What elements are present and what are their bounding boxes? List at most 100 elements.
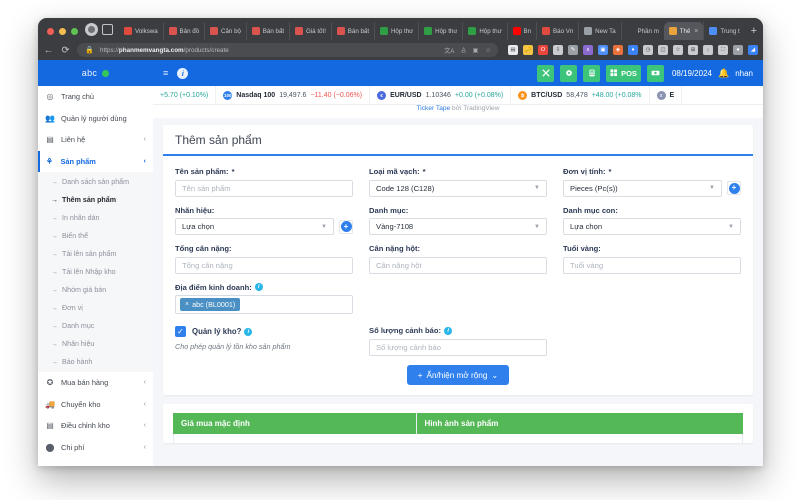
drive-extension[interactable]: ▣	[598, 45, 608, 55]
sidebar-subitem[interactable]: →Đơn vị	[38, 299, 153, 317]
sidebar-subitem[interactable]: →Bảo hành	[38, 353, 153, 371]
browser-tab[interactable]: Báo Vn	[536, 22, 578, 40]
sidebar-subitem[interactable]: →Tải lên sản phẩm	[38, 245, 153, 263]
app-bar-left[interactable]: ≡ i	[153, 68, 188, 79]
sidebar-item-3[interactable]: ⚘Sản phẩm‹	[38, 151, 153, 173]
star-extension[interactable]: ☆	[673, 45, 683, 55]
clock-extension[interactable]: ◷	[643, 45, 653, 55]
info-icon[interactable]: i	[244, 328, 252, 336]
add-brand-button[interactable]: +	[339, 220, 353, 234]
unit-select[interactable]: Pieces (Pc(s)) ▼	[563, 180, 722, 197]
browser-tab[interactable]: New Ta	[578, 22, 620, 40]
translate-icon[interactable]: 文A	[444, 46, 454, 55]
browser-tab[interactable]: Giá tốt!	[289, 22, 331, 40]
maximize-window-button[interactable]	[71, 28, 78, 35]
sidebar-item-1[interactable]: 👥Quản lý người dùng	[38, 108, 153, 130]
manage-stock-checkbox[interactable]: ✓	[175, 326, 186, 337]
tab-list-icon[interactable]	[102, 24, 113, 35]
browser-tab[interactable]: Bán bất	[246, 22, 289, 40]
back-button[interactable]: ←	[43, 45, 54, 56]
history-extension[interactable]: ↓	[703, 45, 713, 55]
close-tab-icon[interactable]: ×	[694, 28, 698, 35]
sidebar-subitem[interactable]: →Danh sách sản phẩm	[38, 173, 153, 191]
browser-tab[interactable]: Bn	[507, 22, 536, 40]
split-extension[interactable]: ◫	[658, 45, 668, 55]
sidebar-item-0[interactable]: ◎Trang chủ	[38, 86, 153, 108]
ticker-item[interactable]: €EUR/USD1.10346+0.00 (+0.08%)	[370, 86, 511, 105]
reload-button[interactable]: ⟳	[60, 45, 71, 56]
sidebar-item-b0[interactable]: ✪Mua bán hàng‹	[38, 372, 153, 394]
info-icon[interactable]: i	[444, 327, 452, 335]
pen-extension[interactable]: ✎	[568, 45, 578, 55]
key-extension[interactable]: 🔑	[523, 45, 533, 55]
brave-extension[interactable]: ∧	[583, 45, 593, 55]
address-bar[interactable]: 🔒 https://phanmemvangta.com/products/cre…	[77, 43, 498, 57]
browser-tabs[interactable]: VolkswaBản đồCăn bộBán bấtGiá tốt!Bán bấ…	[119, 22, 745, 40]
browser-tab[interactable]: Volkswa	[119, 22, 163, 40]
settings-button[interactable]	[560, 65, 577, 82]
category-select[interactable]: Vàng-7108 ▼	[369, 218, 547, 235]
sidebar-subitem[interactable]: →Tải lên Nhập kho	[38, 263, 153, 281]
hamburger-icon[interactable]: ≡	[163, 68, 168, 78]
browser-tab[interactable]: Thê×	[664, 22, 704, 40]
edge-extension[interactable]: ◢	[748, 45, 758, 55]
sidebar-item-b2[interactable]: ▤Điều chỉnh kho‹	[38, 415, 153, 437]
download-extension[interactable]: ⇩	[553, 45, 563, 55]
ticker-item[interactable]: ΞE	[650, 86, 683, 105]
product-name-input[interactable]: Tên sản phẩm	[175, 180, 353, 197]
sidebar-item-2[interactable]: ▤Liên hệ‹	[38, 129, 153, 151]
ticker-item[interactable]: ₿BTC/USD58,478+48.00 (+0.08%	[511, 86, 649, 105]
sidebar[interactable]: ◎Trang chủ👥Quản lý người dùng▤Liên hệ‹⚘S…	[38, 86, 153, 466]
pos-button[interactable]: POS	[606, 65, 641, 82]
browser-tab[interactable]: Hộp thư	[418, 22, 462, 40]
total-weight-input[interactable]: Tổng cân nặng	[175, 257, 353, 274]
bluetooth-extension[interactable]: ♦	[628, 45, 638, 55]
subcategory-select[interactable]: Lựa chọn ▼	[563, 218, 741, 235]
browser-tab[interactable]: Hộp thư	[462, 22, 506, 40]
opera-extension[interactable]: O	[538, 45, 548, 55]
firefox-extension[interactable]: ◈	[613, 45, 623, 55]
sidebar-item-b3[interactable]: ⬤Chi phí‹	[38, 437, 153, 459]
immersive-reader-icon[interactable]: ▣	[473, 47, 479, 54]
browser-tab[interactable]: Trung t	[703, 22, 744, 40]
profile-avatar-icon[interactable]	[85, 23, 98, 36]
close-window-button[interactable]	[47, 28, 54, 35]
cash-button[interactable]	[647, 65, 664, 82]
profile-extension[interactable]: ●	[733, 45, 743, 55]
ticker-tape[interactable]: +5.70 (+0.10%)100Nasdaq 10019,497.6−11.4…	[153, 86, 763, 105]
bell-icon[interactable]: 🔔	[718, 68, 729, 79]
add-unit-button[interactable]: +	[727, 181, 741, 195]
ticker-tape-link[interactable]: Ticker Tape	[416, 105, 450, 112]
read-aloud-icon[interactable]: A̲	[461, 47, 465, 54]
info-icon[interactable]: i	[177, 68, 188, 79]
minimize-window-button[interactable]	[59, 28, 66, 35]
toggle-advanced-button[interactable]: + Ẩn/hiện mở rộng ⌄	[407, 365, 510, 385]
browser-tab[interactable]: Phần m	[621, 22, 664, 40]
browser-tab[interactable]: Bản đồ	[163, 22, 204, 40]
sidebar-item-b1[interactable]: 🚚Chuyển kho‹	[38, 394, 153, 416]
alert-quantity-input[interactable]: Số lượng cảnh báo	[369, 339, 547, 356]
calculator-button[interactable]	[583, 65, 600, 82]
extension-tray[interactable]: ▤ 🔑 O ⇩ ✎ ∧ ▣ ◈ ♦ ◷ ◫ ☆ ⊞ ↓ ⛶ ● ◢	[504, 45, 758, 55]
wallet-extension[interactable]: ▤	[508, 45, 518, 55]
address-bar-actions[interactable]: 文A A̲ ▣ ☆	[444, 46, 491, 55]
browser-tab[interactable]: Hộp thư	[374, 22, 418, 40]
favorite-icon[interactable]: ☆	[485, 47, 491, 54]
ticker-item[interactable]: 100Nasdaq 10019,497.6−11.40 (−0.06%)	[216, 86, 370, 105]
business-location-tag[interactable]: × abc (BL0001)	[180, 298, 240, 311]
app-brand[interactable]: abc	[38, 60, 153, 86]
stone-weight-input[interactable]: Cân nặng hột	[369, 257, 547, 274]
ticker-item[interactable]: +5.70 (+0.10%)	[153, 86, 216, 105]
barcode-type-select[interactable]: Code 128 (C128) ▼	[369, 180, 547, 197]
sidebar-subitem[interactable]: →Thêm sản phẩm	[38, 191, 153, 209]
screenshot-extension[interactable]: ⛶	[718, 45, 728, 55]
window-controls[interactable]	[44, 28, 85, 40]
sidebar-subitem[interactable]: →Nhãn hiệu	[38, 335, 153, 353]
manage-stock-checkbox-row[interactable]: ✓ Quản lý kho? i	[175, 326, 353, 337]
collections-extension[interactable]: ⊞	[688, 45, 698, 55]
new-tab-button[interactable]: +	[745, 25, 763, 40]
app-bar-right[interactable]: POS 08/19/2024 🔔 nhan	[537, 65, 763, 82]
sidebar-submenu-products[interactable]: →Danh sách sản phẩm→Thêm sản phẩm→In nhã…	[38, 172, 153, 372]
fullscreen-button[interactable]	[537, 65, 554, 82]
gold-age-input[interactable]: Tuổi vàng	[563, 257, 741, 274]
